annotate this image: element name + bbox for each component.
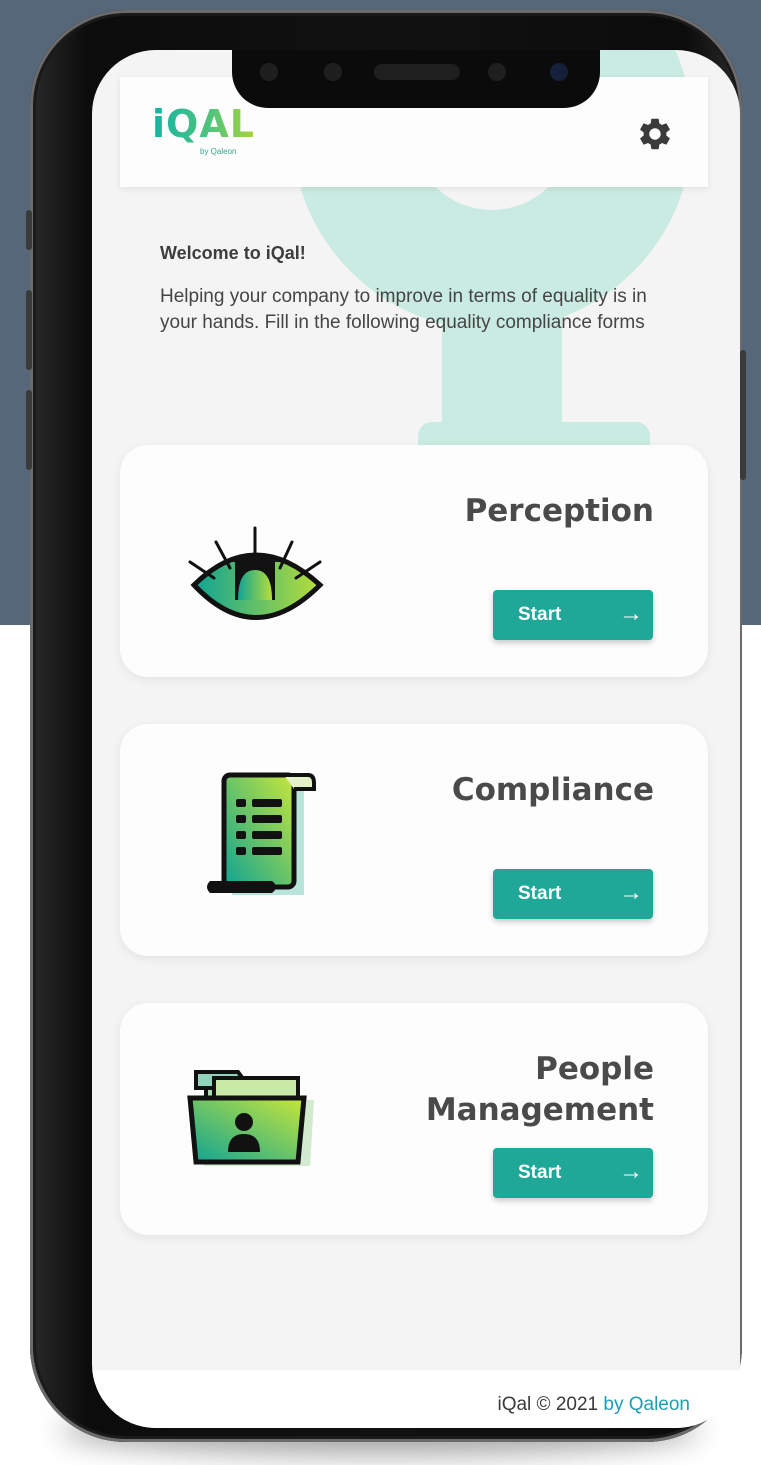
speaker-grille	[374, 64, 460, 80]
card-title-line: Management	[425, 1092, 654, 1128]
copyright-text: iQal © 2021	[497, 1394, 599, 1415]
welcome-section: Welcome to iQal! Helping your company to…	[160, 243, 660, 336]
start-label: Start	[518, 883, 562, 904]
card-title: Compliance	[451, 772, 654, 808]
perception-start-button[interactable]: Start →	[493, 590, 653, 640]
gear-icon[interactable]	[636, 115, 674, 153]
eye-icon	[188, 526, 324, 620]
footer-brand-link[interactable]: by Qaleon	[603, 1394, 690, 1415]
compliance-start-button[interactable]: Start →	[493, 869, 653, 919]
phone-notch	[232, 50, 600, 108]
card-title-line: People	[535, 1051, 654, 1087]
app-logo[interactable]: iQAL by Qaleon	[152, 102, 255, 156]
welcome-title: Welcome to iQal!	[160, 243, 306, 263]
footer-text: iQal © 2021 by Qaleon	[497, 1394, 690, 1416]
app-screen: iQAL by Qaleon Welcome to iQal! Helping …	[92, 50, 740, 1428]
phone-frame: iQAL by Qaleon Welcome to iQal! Helping …	[26, 10, 746, 1442]
perception-card: Perception Start →	[120, 445, 708, 677]
logo-text: iQAL	[152, 102, 255, 146]
people-management-card: People Management Start →	[120, 1003, 708, 1235]
arrow-right-icon: →	[619, 1158, 643, 1185]
logo-subtitle: by Qaleon	[200, 147, 237, 156]
arrow-right-icon: →	[619, 600, 643, 627]
front-camera	[550, 63, 568, 81]
start-label: Start	[518, 1162, 562, 1183]
card-title: Perception	[464, 493, 654, 529]
document-scroll-icon	[207, 772, 316, 895]
folder-person-icon	[187, 1070, 314, 1166]
card-title: People Management	[426, 1049, 654, 1131]
volume-up-button	[26, 290, 32, 370]
app-footer: iQal © 2021 by Qaleon	[92, 1370, 740, 1428]
power-button	[740, 350, 746, 480]
arrow-right-icon: →	[619, 879, 643, 906]
welcome-text: Helping your company to improve in terms…	[160, 286, 647, 333]
mute-switch	[26, 210, 32, 250]
volume-down-button	[26, 390, 32, 470]
compliance-card: Compliance Start →	[120, 724, 708, 956]
people-management-start-button[interactable]: Start →	[493, 1148, 653, 1198]
sensor-dot	[260, 63, 278, 81]
start-label: Start	[518, 604, 562, 625]
sensor-dot	[324, 63, 342, 81]
sensor-dot	[488, 63, 506, 81]
